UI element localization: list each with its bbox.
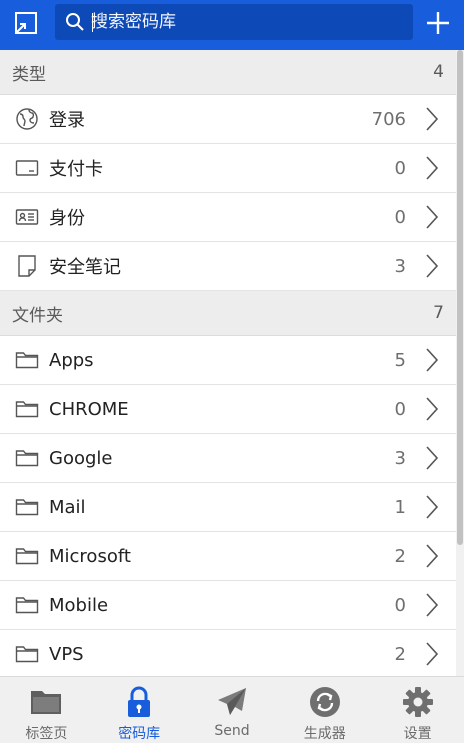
tab-label: 设置 <box>403 726 432 742</box>
popout-icon <box>13 10 39 40</box>
row-count: 0 <box>394 157 406 179</box>
plus-icon <box>425 10 451 40</box>
id-card-icon <box>14 204 40 230</box>
folder-row[interactable]: Microsoft 2 <box>0 532 456 581</box>
bottom-tab-bar: 标签页 密码库 Send 生成器 设置 <box>0 676 464 743</box>
text-caret <box>92 13 93 32</box>
row-count: 3 <box>394 255 406 277</box>
folder-icon <box>14 543 40 569</box>
type-row-identity[interactable]: 身份 0 <box>0 193 456 242</box>
row-label: CHROME <box>49 398 129 420</box>
tab-label: 标签页 <box>25 726 68 742</box>
chevron-right-icon <box>420 394 444 424</box>
folder-row[interactable]: Google 3 <box>0 434 456 483</box>
row-label: VPS <box>49 643 84 665</box>
tab-settings[interactable]: 设置 <box>371 677 464 743</box>
folder-icon <box>14 592 40 618</box>
folder-icon <box>14 494 40 520</box>
popout-button[interactable] <box>0 0 52 50</box>
row-count: 2 <box>394 545 406 567</box>
chevron-right-icon <box>420 590 444 620</box>
section-count: 4 <box>433 62 444 82</box>
search-input[interactable] <box>91 7 391 37</box>
add-item-button[interactable] <box>412 0 464 50</box>
tab-vault[interactable]: 密码库 <box>93 677 186 743</box>
folder-row[interactable]: VPS 2 <box>0 630 456 676</box>
row-label: Microsoft <box>49 545 131 567</box>
folder-icon <box>29 685 63 719</box>
row-label: Apps <box>49 349 94 371</box>
folders-section-header: 文件夹 7 <box>0 291 456 336</box>
section-title: 文件夹 <box>12 305 63 326</box>
folder-icon <box>14 445 40 471</box>
section-title: 类型 <box>12 64 46 85</box>
search-box[interactable] <box>55 4 413 40</box>
app-header <box>0 0 464 50</box>
folder-row[interactable]: Apps 5 <box>0 336 456 385</box>
chevron-right-icon <box>420 443 444 473</box>
refresh-icon <box>308 685 342 719</box>
folder-icon <box>14 641 40 667</box>
row-label: 登录 <box>49 110 85 131</box>
folder-icon <box>14 396 40 422</box>
note-icon <box>14 253 40 279</box>
chevron-right-icon <box>420 104 444 134</box>
row-count: 0 <box>394 594 406 616</box>
tab-label: 密码库 <box>118 726 161 742</box>
globe-icon <box>14 106 40 132</box>
type-row-secure-note[interactable]: 安全笔记 3 <box>0 242 456 291</box>
credit-card-icon <box>14 155 40 181</box>
types-section-header: 类型 4 <box>0 50 456 95</box>
row-count: 3 <box>394 447 406 469</box>
type-row-card[interactable]: 支付卡 0 <box>0 144 456 193</box>
tab-label: 生成器 <box>303 726 346 742</box>
row-label: Mobile <box>49 594 109 616</box>
row-count: 2 <box>394 643 406 665</box>
tab-label: Send <box>214 723 250 739</box>
chevron-right-icon <box>420 541 444 571</box>
gear-icon <box>401 685 435 719</box>
row-count: 1 <box>394 496 406 518</box>
row-label: Google <box>49 447 113 469</box>
chevron-right-icon <box>420 251 444 281</box>
chevron-right-icon <box>420 639 444 669</box>
row-label: 安全笔记 <box>49 257 121 278</box>
tab-tabs[interactable]: 标签页 <box>0 677 93 743</box>
chevron-right-icon <box>420 153 444 183</box>
vault-list: 类型 4 登录 706 支付卡 0 身份 0 安全笔记 3 文件夹 7 Apps… <box>0 50 456 676</box>
chevron-right-icon <box>420 202 444 232</box>
row-label: Mail <box>49 496 86 518</box>
folder-row[interactable]: CHROME 0 <box>0 385 456 434</box>
row-count: 706 <box>371 108 406 130</box>
chevron-right-icon <box>420 492 444 522</box>
chevron-right-icon <box>420 345 444 375</box>
tab-send[interactable]: Send <box>186 677 279 743</box>
row-count: 0 <box>394 398 406 420</box>
row-label: 支付卡 <box>49 159 103 180</box>
folder-row[interactable]: Mail 1 <box>0 483 456 532</box>
folder-row[interactable]: Mobile 0 <box>0 581 456 630</box>
paper-plane-icon <box>215 685 249 719</box>
tab-generator[interactable]: 生成器 <box>278 677 371 743</box>
scrollbar[interactable] <box>456 50 464 676</box>
row-label: 身份 <box>49 208 85 229</box>
type-row-login[interactable]: 登录 706 <box>0 95 456 144</box>
scrollbar-thumb[interactable] <box>457 50 463 545</box>
section-count: 7 <box>433 303 444 323</box>
lock-icon <box>122 685 156 719</box>
row-count: 5 <box>394 349 406 371</box>
folder-icon <box>14 347 40 373</box>
row-count: 0 <box>394 206 406 228</box>
search-icon <box>65 11 87 33</box>
